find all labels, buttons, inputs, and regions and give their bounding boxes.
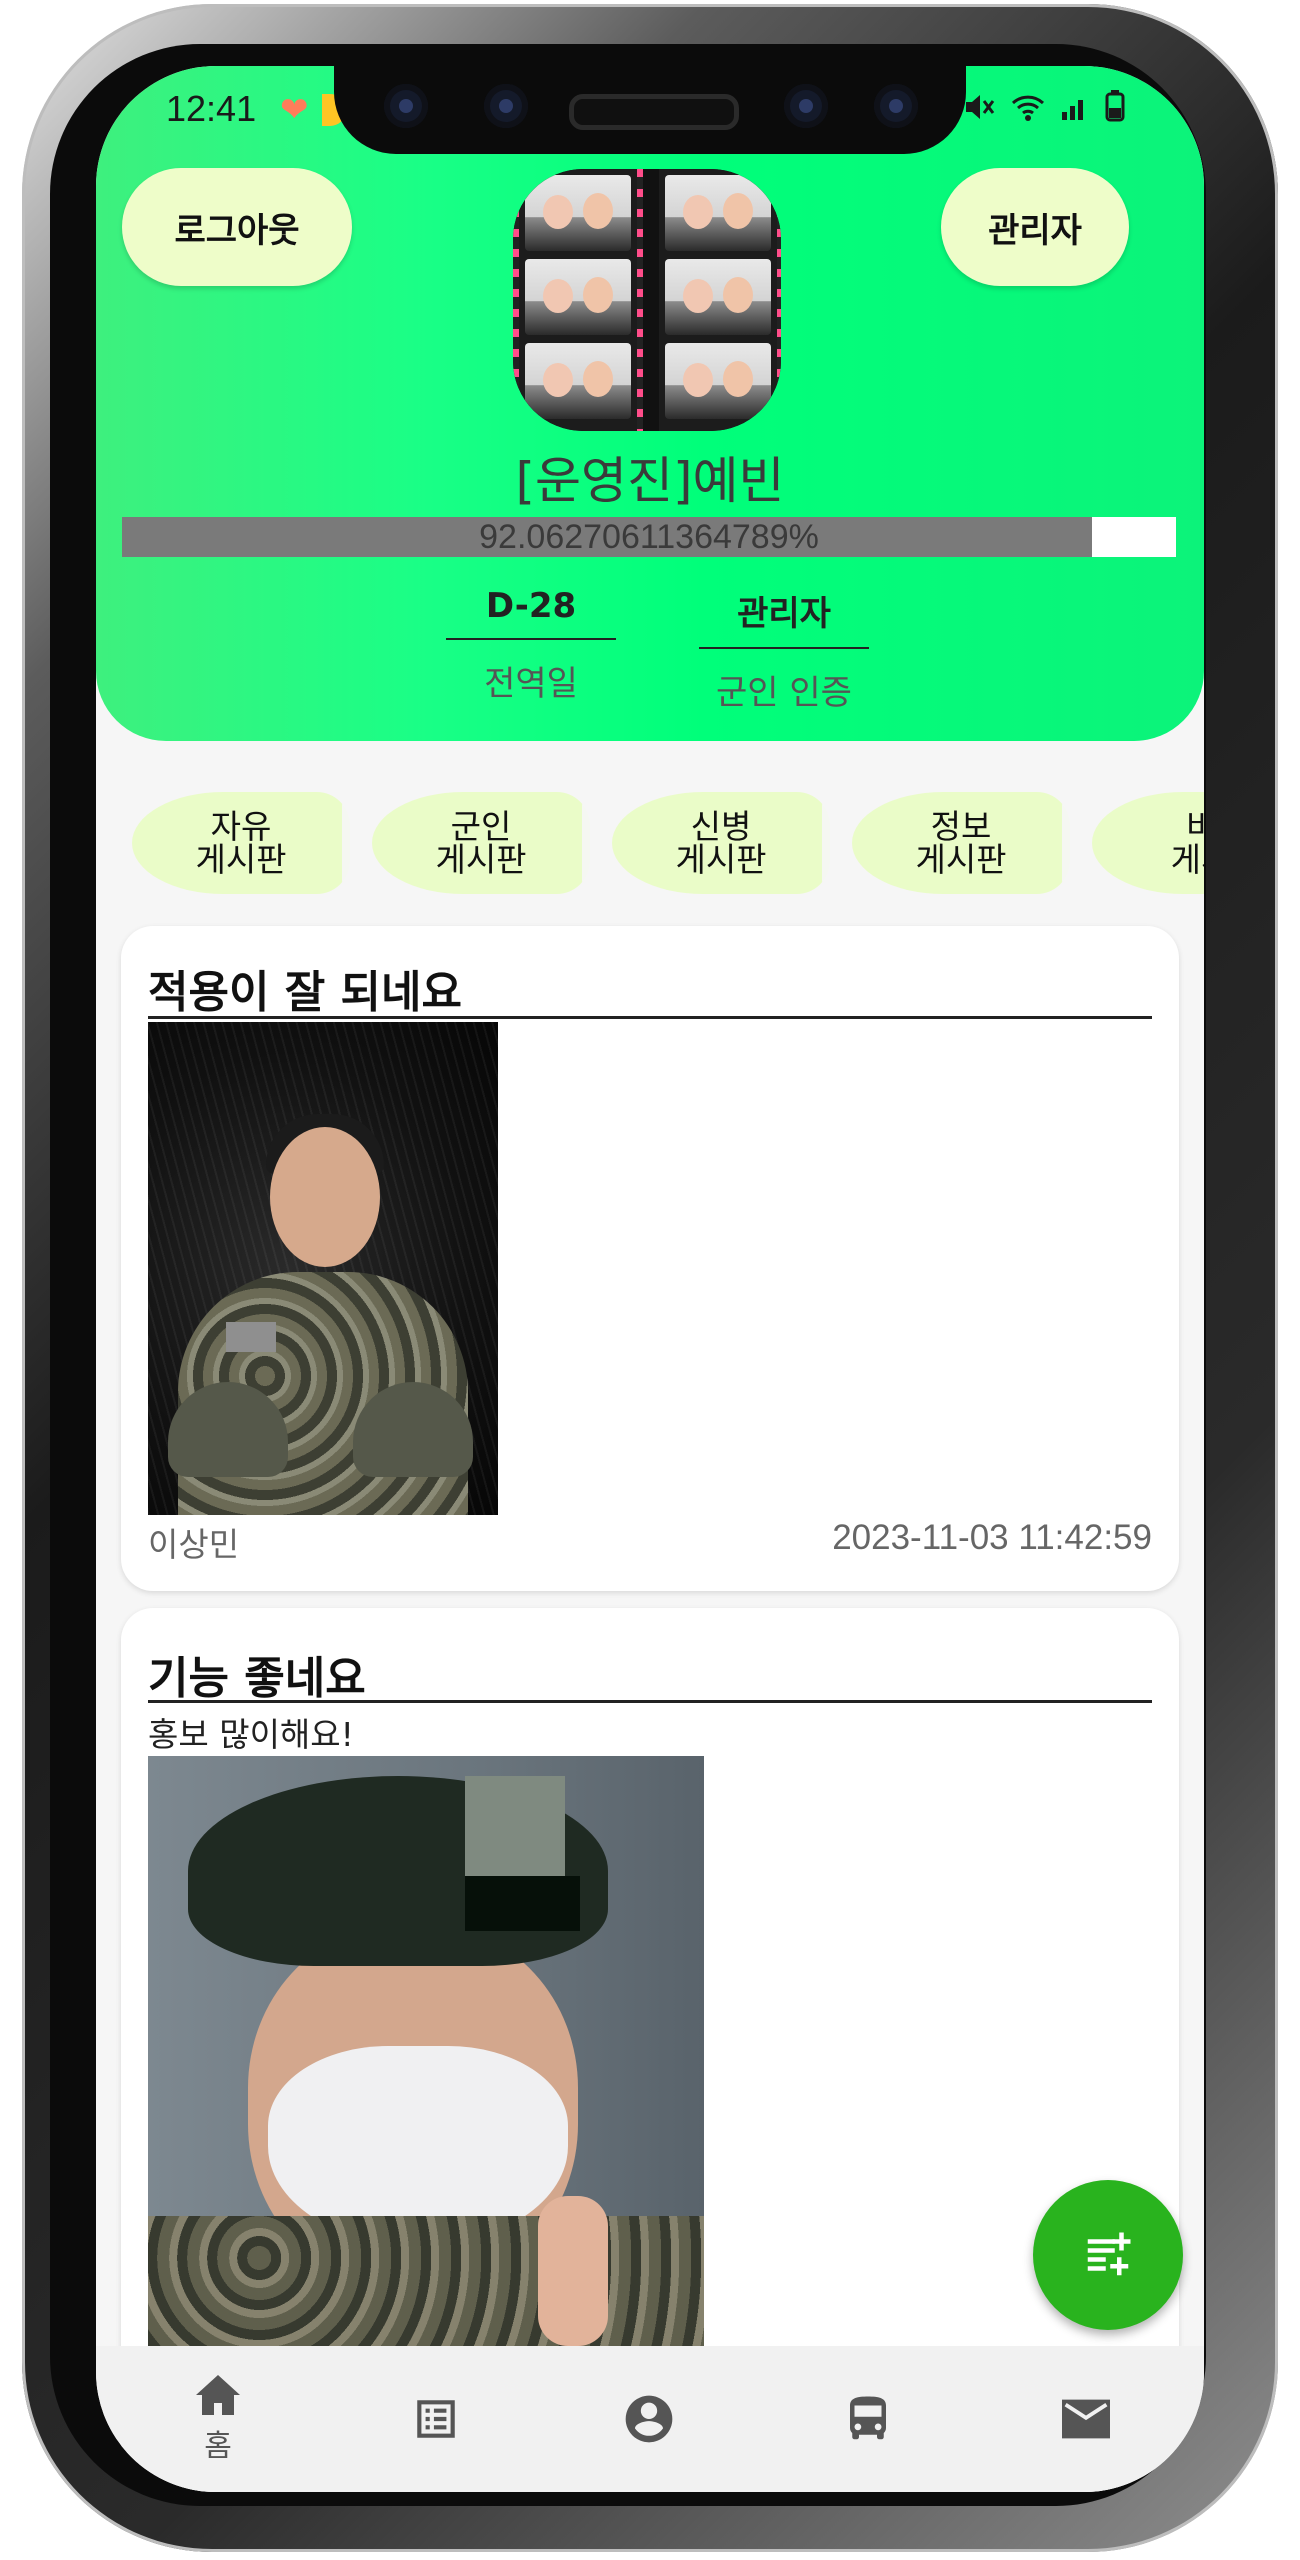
status-bar: 12:41 ❤ [96,66,1204,184]
board-category-list[interactable]: 자유 게시판 군인 게시판 신병 게시판 정보 게시판 비 게시 [96,772,1204,922]
user-name: [운영진]예빈 [515,452,785,510]
category-label: 군인 게시판 [435,807,527,879]
post-date: 2023-11-03 11:42:59 [832,1518,1152,1557]
camera-notch [334,66,966,154]
sensor-icon [384,84,428,128]
service-progress-bar: 92.06270611364789% [122,517,1176,557]
list-icon [417,2400,455,2438]
add-post-icon [1087,2232,1131,2276]
front-camera-icon [874,84,918,128]
category-label: 비 게시 [1170,807,1204,879]
post-title: 기능 좋네요 [148,1642,1152,1704]
photo-strip [519,169,637,431]
home-icon [196,2375,240,2415]
category-label: 신병 게시판 [675,807,767,879]
post-author: 이상민 [148,1526,240,1563]
post-image[interactable] [148,1022,498,1515]
auth-label: 군인 인증 [716,673,852,713]
nav-transport[interactable] [808,2346,928,2492]
bottom-navigation: 홈 [96,2346,1204,2492]
nav-home-label: 홈 [204,2429,232,2464]
soldier-auth-stat: 관리자 군인 인증 [699,586,869,714]
category-info-board[interactable]: 정보 게시판 [852,792,1072,894]
nav-messages[interactable] [1026,2346,1146,2492]
sensor-icon [484,84,528,128]
earpiece-speaker [569,94,739,130]
nav-board-list[interactable] [376,2346,496,2492]
post-card[interactable]: 적용이 잘 되네요 이상민 2023-11-03 11:42:59 [121,926,1179,1591]
profile-avatar[interactable] [513,169,781,431]
photo-strip [659,169,777,431]
battery-icon [1105,90,1125,122]
logout-button[interactable]: 로그아웃 [122,168,352,286]
system-status-icons [963,90,1126,130]
dday-value: D-28 [446,586,616,640]
category-next-board[interactable]: 비 게시 [1092,792,1204,894]
dday-label: 전역일 [484,664,578,704]
mail-icon [1062,2399,1110,2439]
post-image[interactable] [148,1756,704,2356]
category-soldier-board[interactable]: 군인 게시판 [372,792,592,894]
write-post-button[interactable] [1033,2180,1183,2330]
post-title: 적용이 잘 되네요 [148,956,1152,1019]
admin-button[interactable]: 관리자 [941,168,1129,286]
category-label: 정보 게시판 [915,807,1007,879]
heart-notification-icon: ❤ [280,91,309,129]
mute-icon [965,95,995,119]
profile-header: 12:41 ❤ 로그아웃 관리자 [운영진]예빈 92.062706113647… [96,66,1204,741]
wifi-icon [1012,95,1045,121]
signal-icon [1061,100,1083,120]
nav-home[interactable]: 홈 [158,2346,278,2492]
app-screen: 12:41 ❤ 로그아웃 관리자 [운영진]예빈 92.062706113647… [96,66,1204,2492]
status-time: 12:41 [166,88,257,129]
post-body: 홍보 많이해요! [148,1715,354,1754]
progress-text: 92.06270611364789% [479,518,819,556]
discharge-stat: D-28 전역일 [446,586,616,705]
front-camera-icon [784,84,828,128]
auth-value: 관리자 [699,586,869,649]
category-recruit-board[interactable]: 신병 게시판 [612,792,832,894]
bus-icon [850,2396,886,2440]
category-label: 자유 게시판 [195,807,287,879]
account-icon [625,2395,673,2443]
category-free-board[interactable]: 자유 게시판 [132,792,352,894]
nav-profile[interactable] [589,2346,709,2492]
